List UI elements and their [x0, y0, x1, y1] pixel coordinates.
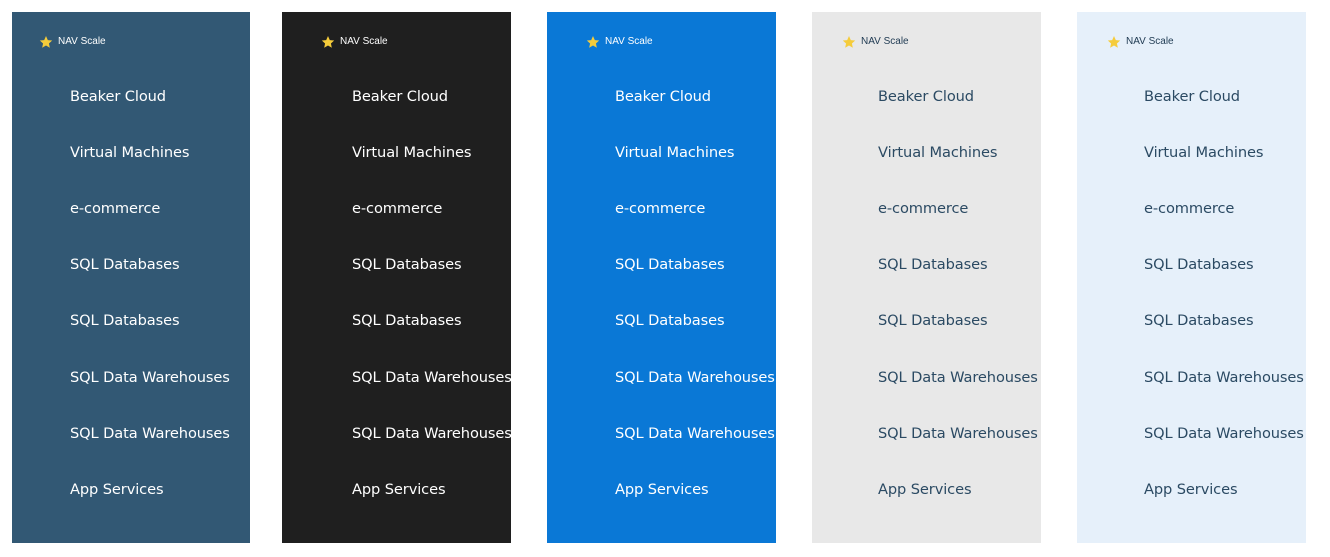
nav-item-app-services[interactable]: App Services [1144, 461, 1304, 517]
nav-item-sql-data-warehouses[interactable]: SQL Data Warehouses [878, 349, 1038, 405]
nav-item-virtual-machines[interactable]: Virtual Machines [615, 124, 775, 180]
nav-item-app-services[interactable]: App Services [615, 461, 775, 517]
star-icon [321, 36, 335, 48]
nav-list: Beaker Cloud Virtual Machines e-commerce… [70, 68, 230, 518]
nav-item-sql-data-warehouses[interactable]: SQL Data Warehouses [1144, 349, 1304, 405]
nav-header-title: NAV Scale [605, 36, 653, 47]
nav-header[interactable]: NAV Scale [842, 33, 909, 51]
star-icon [39, 36, 53, 48]
nav-item-sql-data-warehouses[interactable]: SQL Data Warehouses [70, 349, 230, 405]
nav-item-sql-data-warehouses[interactable]: SQL Data Warehouses [1144, 405, 1304, 461]
nav-list: Beaker Cloud Virtual Machines e-commerce… [615, 68, 775, 518]
nav-item-sql-databases[interactable]: SQL Databases [352, 293, 512, 349]
nav-item-app-services[interactable]: App Services [878, 461, 1038, 517]
nav-item-beaker-cloud[interactable]: Beaker Cloud [70, 68, 230, 124]
nav-item-sql-data-warehouses[interactable]: SQL Data Warehouses [615, 349, 775, 405]
nav-header[interactable]: NAV Scale [321, 33, 388, 51]
nav-item-beaker-cloud[interactable]: Beaker Cloud [878, 68, 1038, 124]
nav-item-sql-databases[interactable]: SQL Databases [1144, 293, 1304, 349]
nav-item-virtual-machines[interactable]: Virtual Machines [352, 124, 512, 180]
nav-item-sql-databases[interactable]: SQL Databases [878, 237, 1038, 293]
nav-item-sql-databases[interactable]: SQL Databases [615, 237, 775, 293]
nav-list: Beaker Cloud Virtual Machines e-commerce… [1144, 68, 1304, 518]
nav-item-sql-data-warehouses[interactable]: SQL Data Warehouses [615, 405, 775, 461]
nav-item-sql-data-warehouses[interactable]: SQL Data Warehouses [878, 405, 1038, 461]
nav-item-app-services[interactable]: App Services [352, 461, 512, 517]
nav-header-title: NAV Scale [1126, 36, 1174, 47]
star-icon [586, 36, 600, 48]
nav-item-sql-data-warehouses[interactable]: SQL Data Warehouses [352, 349, 512, 405]
nav-item-sql-databases[interactable]: SQL Databases [615, 293, 775, 349]
nav-item-virtual-machines[interactable]: Virtual Machines [1144, 124, 1304, 180]
nav-item-e-commerce[interactable]: e-commerce [615, 180, 775, 236]
nav-item-virtual-machines[interactable]: Virtual Machines [878, 124, 1038, 180]
nav-item-e-commerce[interactable]: e-commerce [1144, 180, 1304, 236]
nav-item-sql-data-warehouses[interactable]: SQL Data Warehouses [352, 405, 512, 461]
nav-panel-light-blue: NAV Scale Beaker Cloud Virtual Machines … [1077, 12, 1306, 543]
nav-panel-slate: NAV Scale Beaker Cloud Virtual Machines … [12, 12, 250, 543]
nav-item-beaker-cloud[interactable]: Beaker Cloud [1144, 68, 1304, 124]
nav-header[interactable]: NAV Scale [1107, 33, 1174, 51]
nav-header[interactable]: NAV Scale [39, 33, 106, 51]
star-icon [842, 36, 856, 48]
nav-item-sql-databases[interactable]: SQL Databases [70, 293, 230, 349]
nav-list: Beaker Cloud Virtual Machines e-commerce… [878, 68, 1038, 518]
nav-panel-blue: NAV Scale Beaker Cloud Virtual Machines … [547, 12, 776, 543]
nav-panel-light-gray: NAV Scale Beaker Cloud Virtual Machines … [812, 12, 1041, 543]
nav-header-title: NAV Scale [861, 36, 909, 47]
nav-header-title: NAV Scale [58, 36, 106, 47]
nav-list: Beaker Cloud Virtual Machines e-commerce… [352, 68, 512, 518]
nav-header[interactable]: NAV Scale [586, 33, 653, 51]
nav-item-sql-databases[interactable]: SQL Databases [352, 237, 512, 293]
nav-header-title: NAV Scale [340, 36, 388, 47]
nav-item-e-commerce[interactable]: e-commerce [878, 180, 1038, 236]
star-icon [1107, 36, 1121, 48]
nav-item-sql-databases[interactable]: SQL Databases [878, 293, 1038, 349]
nav-item-sql-data-warehouses[interactable]: SQL Data Warehouses [70, 405, 230, 461]
nav-item-app-services[interactable]: App Services [70, 461, 230, 517]
nav-item-sql-databases[interactable]: SQL Databases [70, 237, 230, 293]
nav-item-e-commerce[interactable]: e-commerce [352, 180, 512, 236]
nav-item-beaker-cloud[interactable]: Beaker Cloud [615, 68, 775, 124]
nav-item-e-commerce[interactable]: e-commerce [70, 180, 230, 236]
nav-item-beaker-cloud[interactable]: Beaker Cloud [352, 68, 512, 124]
nav-item-sql-databases[interactable]: SQL Databases [1144, 237, 1304, 293]
nav-item-virtual-machines[interactable]: Virtual Machines [70, 124, 230, 180]
nav-panel-dark: NAV Scale Beaker Cloud Virtual Machines … [282, 12, 512, 543]
